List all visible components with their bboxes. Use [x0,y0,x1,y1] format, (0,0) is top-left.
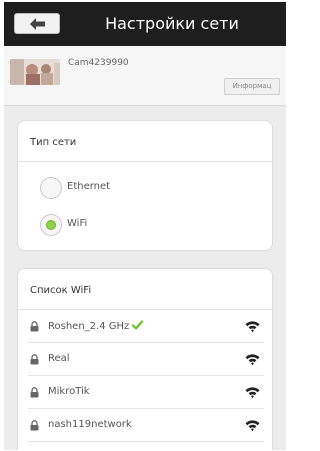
wifi-name: MikroTik [48,386,90,397]
wifi-list-card: Список WiFi Roshen_2.4 GHz Real MikroTik… [17,268,273,450]
network-type-title: Тип сети [30,137,77,148]
camera-row: Cam4239990 Информац [4,46,286,106]
wifi-list-item[interactable]: MikroTik [28,376,264,409]
wifi-signal-icon [245,354,260,366]
network-type-card: Тип сети Ethernet WiFi [17,120,273,251]
wifi-name: Roshen_2.4 GHz [48,320,144,332]
wifi-list-title: Список WiFi [30,285,92,296]
divider [18,161,272,162]
wifi-list-item[interactable]: Real [28,343,264,376]
lock-icon [30,354,39,365]
wifi-name: nash119network [48,419,132,430]
radio-label: WiFi [67,218,88,229]
camera-thumbnail [10,59,60,85]
back-button[interactable] [14,13,60,34]
lock-icon [30,387,39,398]
radio-label: Ethernet [67,181,111,192]
checkmark-icon [132,320,144,330]
radio-checked-icon[interactable] [40,214,62,236]
radio-unchecked-icon[interactable] [40,177,62,199]
wifi-name-text: Roshen_2.4 GHz [48,321,130,332]
screen: Настройки сети Cam4239990 Информац Тип с… [4,2,286,450]
wifi-list-item[interactable]: Roshen_2.4 GHz [28,310,264,343]
wifi-signal-icon [245,387,260,399]
lock-icon [30,420,39,431]
wifi-signal-icon [245,321,260,333]
wifi-signal-icon [245,420,260,432]
wifi-list-item[interactable]: nash119network [28,409,264,442]
wifi-name: Real [48,353,70,364]
arrow-left-icon [30,18,45,30]
top-bar: Настройки сети [4,2,286,46]
camera-name: Cam4239990 [68,58,129,68]
lock-icon [30,321,39,332]
page-title: Настройки сети [105,14,239,33]
info-button[interactable]: Информац [224,78,280,95]
